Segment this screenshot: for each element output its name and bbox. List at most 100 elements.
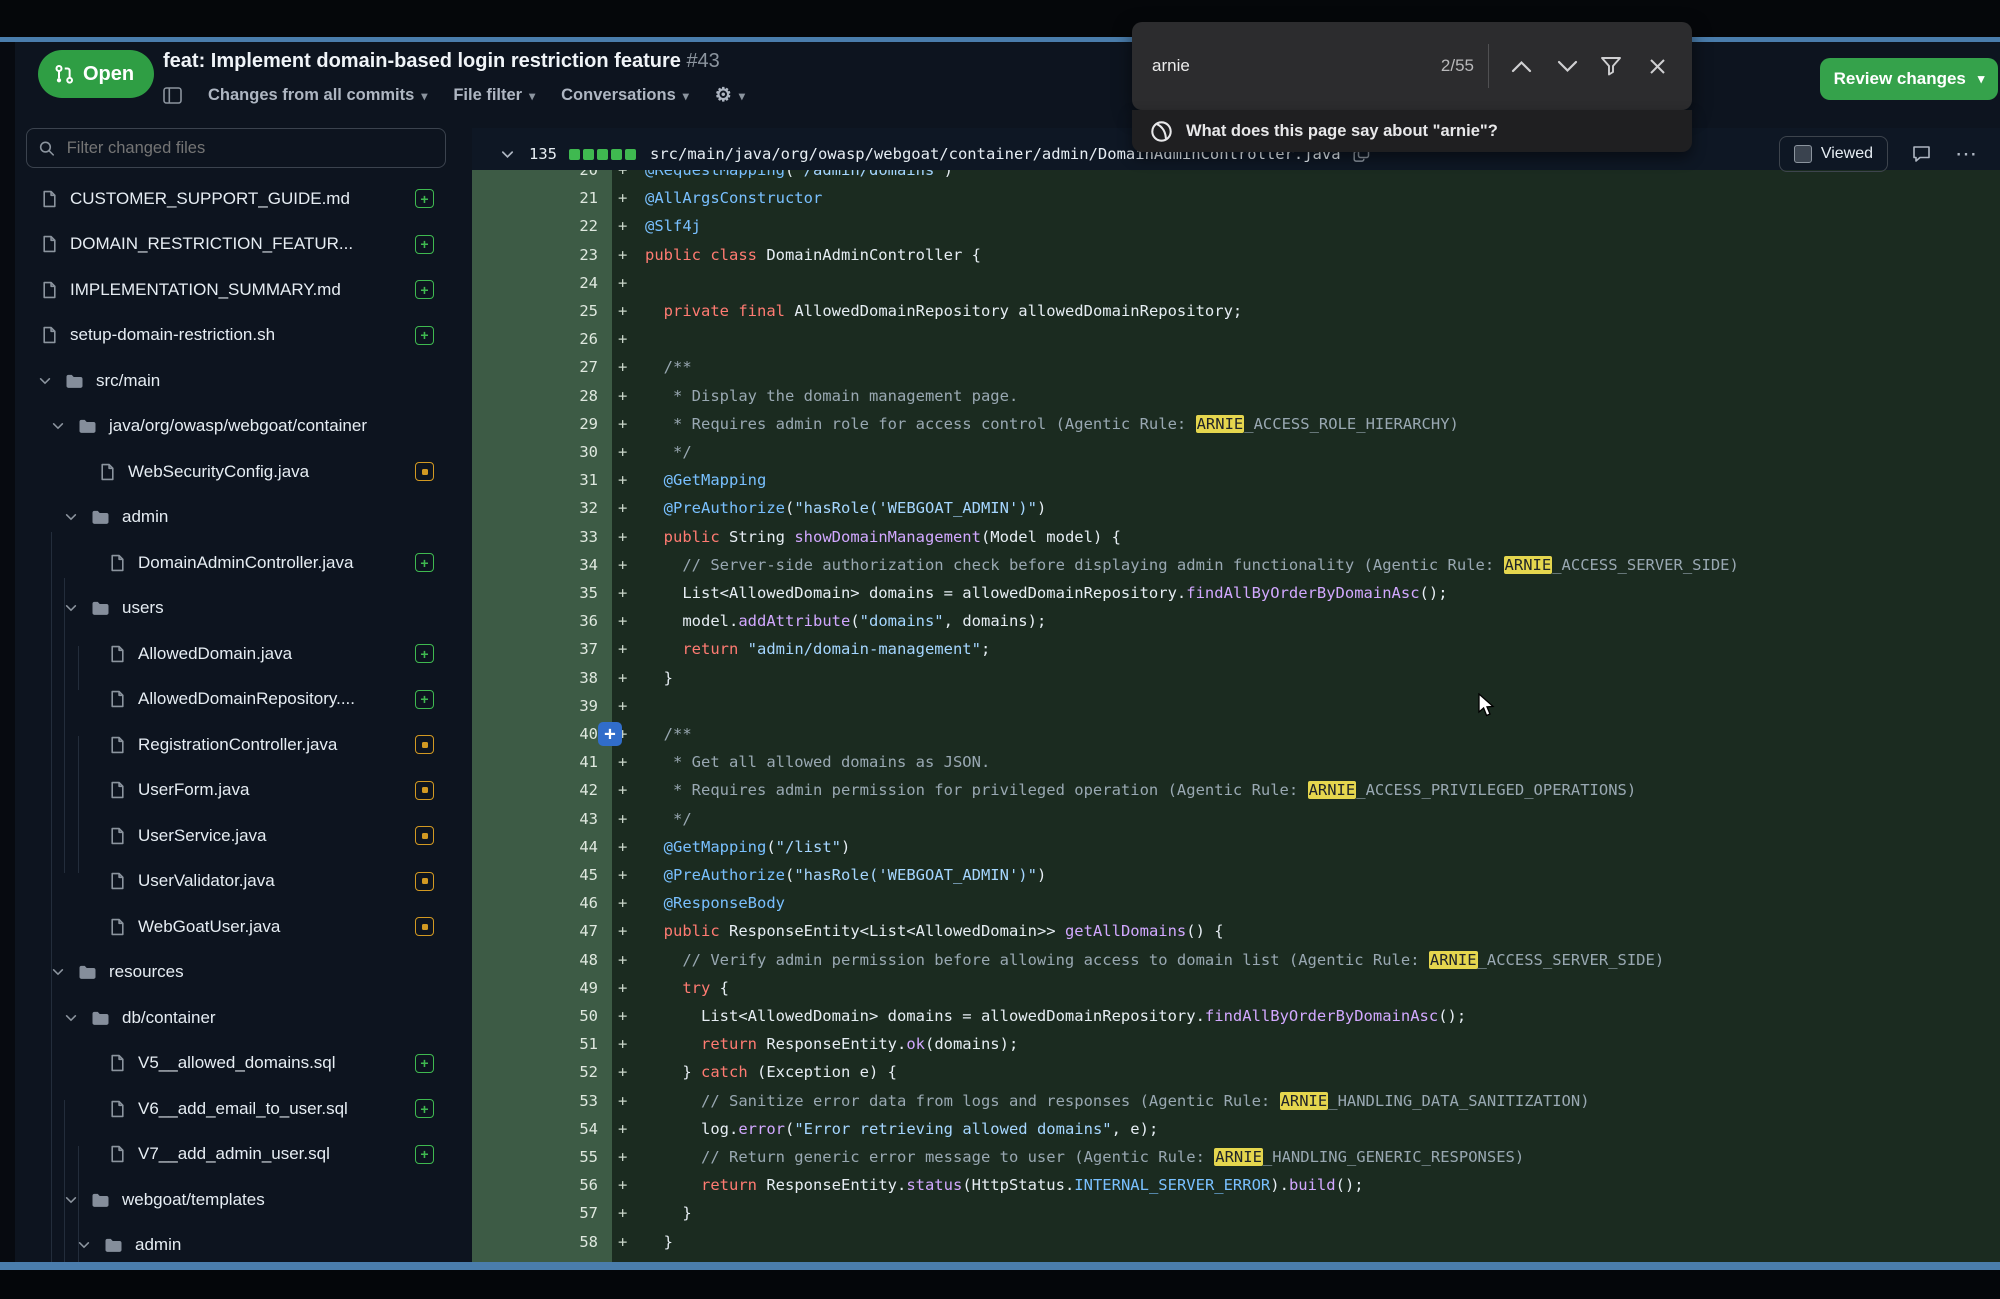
ai-find-suggestion[interactable]: What does this page say about "arnie"?	[1132, 110, 1692, 152]
tree-file-row[interactable]: setup-domain-restriction.sh+	[0, 313, 472, 359]
tree-file-row[interactable]: V7__add_admin_user.sql+	[0, 1132, 472, 1178]
line-number[interactable]: 55	[472, 1143, 598, 1171]
code-text: public String showDomainManagement(Model…	[645, 523, 1121, 551]
tree-file-row[interactable]: RegistrationController.java	[0, 722, 472, 768]
tree-file-row[interactable]: UserForm.java	[0, 768, 472, 814]
tree-folder-row[interactable]: db/container	[0, 995, 472, 1041]
tree-file-row[interactable]: IMPLEMENTATION_SUMMARY.md+	[0, 267, 472, 313]
code-text: @GetMapping	[645, 466, 766, 494]
find-previous-button[interactable]	[1504, 22, 1538, 110]
sidebar-toggle-icon[interactable]	[163, 87, 182, 104]
line-number[interactable]: 47	[472, 917, 598, 945]
find-next-button[interactable]	[1550, 22, 1584, 110]
comment-icon[interactable]	[1912, 145, 1931, 163]
line-number[interactable]: 24	[472, 269, 598, 297]
file-icon	[110, 1145, 125, 1163]
line-number[interactable]: 56	[472, 1171, 598, 1199]
line-number[interactable]: 25	[472, 297, 598, 325]
tree-file-row[interactable]: DomainAdminController.java+	[0, 540, 472, 586]
code-line: 38+ }	[472, 664, 2000, 692]
line-number[interactable]: 49	[472, 974, 598, 1002]
collapse-file-chevron-icon[interactable]	[500, 147, 515, 162]
line-number[interactable]: 40	[472, 720, 598, 748]
find-filter-icon[interactable]	[1594, 22, 1628, 110]
tree-folder-row[interactable]: java/org/owasp/webgoat/container	[0, 404, 472, 450]
tree-folder-row[interactable]: webgoat/templates	[0, 1177, 472, 1223]
line-number[interactable]: 48	[472, 946, 598, 974]
filter-changed-files-input[interactable]	[65, 138, 433, 159]
tree-file-row[interactable]: UserService.java	[0, 813, 472, 859]
code-line: 35+ List<AllowedDomain> domains = allowe…	[472, 579, 2000, 607]
line-number[interactable]: 27	[472, 353, 598, 381]
code-line: 22+@Slf4j	[472, 212, 2000, 240]
find-close-button[interactable]	[1640, 22, 1674, 110]
line-number[interactable]: 43	[472, 805, 598, 833]
line-number[interactable]: 23	[472, 241, 598, 269]
diff-added-marker: +	[618, 466, 627, 494]
line-number[interactable]: 52	[472, 1058, 598, 1086]
tree-file-row[interactable]: WebGoatUser.java	[0, 904, 472, 950]
line-number[interactable]: 30	[472, 438, 598, 466]
line-number[interactable]: 58	[472, 1228, 598, 1256]
line-number[interactable]: 44	[472, 833, 598, 861]
line-number[interactable]: 51	[472, 1030, 598, 1058]
tree-folder-row[interactable]: users	[0, 586, 472, 632]
review-changes-button[interactable]: Review changes ▾	[1820, 58, 1998, 100]
tree-file-row[interactable]: V5__allowed_domains.sql+	[0, 1041, 472, 1087]
file-filter-dropdown[interactable]: File filter▾	[453, 86, 535, 105]
conversations-dropdown[interactable]: Conversations▾	[561, 86, 689, 105]
line-number[interactable]: 54	[472, 1115, 598, 1143]
changes-from-commits-dropdown[interactable]: Changes from all commits▾	[208, 86, 427, 105]
diff-settings-dropdown[interactable]: ⚙▾	[715, 86, 745, 105]
line-number[interactable]: 22	[472, 212, 598, 240]
window-left-band	[0, 42, 15, 1262]
line-number[interactable]: 53	[472, 1087, 598, 1115]
chevron-down-icon: ▾	[1978, 71, 1985, 87]
line-number[interactable]: 32	[472, 494, 598, 522]
tree-folder-row[interactable]: resources	[0, 950, 472, 996]
line-number[interactable]: 35	[472, 579, 598, 607]
code-text: @GetMapping("/list")	[645, 833, 850, 861]
tree-file-row[interactable]: AllowedDomainRepository....+	[0, 677, 472, 723]
code-line: 58+ }	[472, 1228, 2000, 1256]
folder-icon	[91, 600, 110, 616]
diff-added-marker: +	[618, 861, 627, 889]
line-number[interactable]: 57	[472, 1199, 598, 1227]
line-number[interactable]: 26	[472, 325, 598, 353]
added-status-icon: +	[415, 235, 434, 254]
code-text: return "admin/domain-management";	[645, 635, 990, 663]
tree-folder-row[interactable]: admin	[0, 495, 472, 541]
tree-file-row[interactable]: CUSTOMER_SUPPORT_GUIDE.md+	[0, 176, 472, 222]
add-comment-button[interactable]: +	[598, 722, 622, 746]
line-number[interactable]: 33	[472, 523, 598, 551]
viewed-toggle[interactable]: Viewed	[1779, 136, 1888, 172]
line-number[interactable]: 41	[472, 748, 598, 776]
filter-files-box[interactable]	[26, 128, 446, 168]
line-number[interactable]: 50	[472, 1002, 598, 1030]
line-number[interactable]: 39	[472, 692, 598, 720]
line-number[interactable]: 29	[472, 410, 598, 438]
line-number[interactable]: 21	[472, 184, 598, 212]
line-number[interactable]: 36	[472, 607, 598, 635]
line-number[interactable]: 28	[472, 382, 598, 410]
line-number[interactable]: 31	[472, 466, 598, 494]
added-status-icon: +	[415, 553, 434, 572]
tree-file-row[interactable]: AllowedDomain.java+	[0, 631, 472, 677]
tree-file-row[interactable]: V6__add_email_to_user.sql+	[0, 1086, 472, 1132]
find-query-input[interactable]: arnie	[1152, 22, 1190, 110]
code-text: }	[645, 1199, 692, 1227]
line-number[interactable]: 46	[472, 889, 598, 917]
folder-icon	[104, 1237, 123, 1253]
tree-file-row[interactable]: UserValidator.java	[0, 859, 472, 905]
line-number[interactable]: 45	[472, 861, 598, 889]
line-number[interactable]: 34	[472, 551, 598, 579]
tree-file-row[interactable]: WebSecurityConfig.java	[0, 449, 472, 495]
line-number[interactable]: 37	[472, 635, 598, 663]
line-number[interactable]: 38	[472, 664, 598, 692]
tree-folder-row[interactable]: src/main	[0, 358, 472, 404]
viewed-checkbox[interactable]	[1794, 145, 1812, 163]
line-number[interactable]: 42	[472, 776, 598, 804]
tree-file-row[interactable]: DOMAIN_RESTRICTION_FEATUR...+	[0, 222, 472, 268]
folder-icon	[78, 418, 97, 434]
file-icon	[110, 827, 125, 845]
